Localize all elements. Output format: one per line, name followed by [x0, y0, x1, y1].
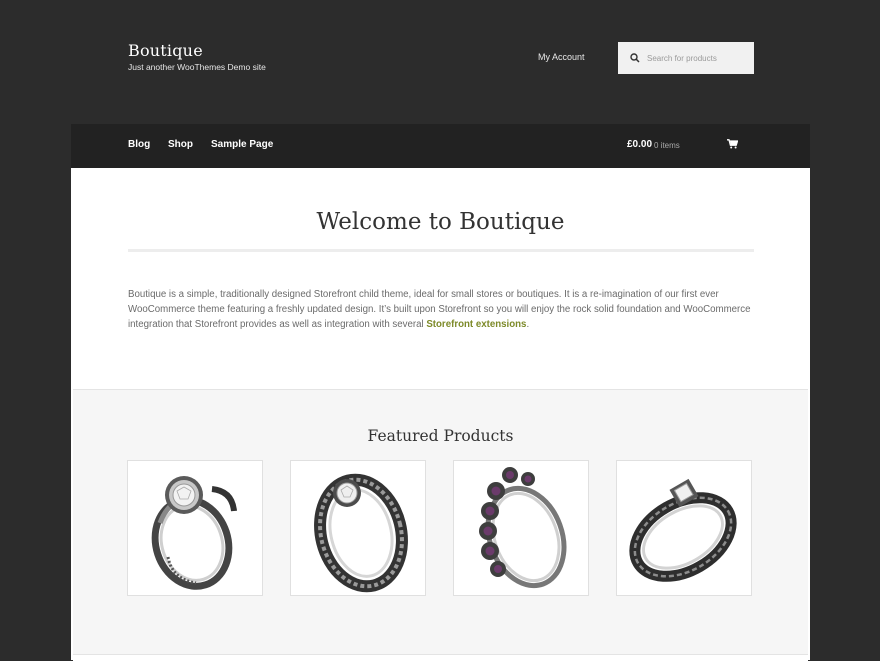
page-title: Welcome to Boutique	[316, 209, 565, 235]
product-card[interactable]	[290, 460, 426, 596]
ring-gemstone-cluster-image	[479, 467, 567, 589]
search-icon	[630, 53, 640, 63]
site-title[interactable]: Boutique	[128, 41, 203, 60]
product-card[interactable]	[616, 460, 752, 596]
search-input[interactable]	[647, 42, 747, 74]
product-card[interactable]	[127, 460, 263, 596]
cart-total[interactable]: £0.00	[627, 139, 652, 150]
ring-engraved-filigree-image	[314, 473, 408, 593]
intro-paragraph: Boutique is a simple, traditionally desi…	[128, 287, 754, 333]
site-header: Boutique Just another WooThemes Demo sit…	[0, 0, 880, 124]
ring-inscribed-band-image	[629, 478, 737, 582]
intro-end: .	[526, 319, 530, 331]
primary-navigation: Blog Shop Sample Page £0.00 0 items	[71, 124, 810, 168]
featured-products-section: Featured Products	[73, 389, 808, 654]
ring-diamond-halo-image	[151, 476, 237, 590]
product-card[interactable]	[453, 460, 589, 596]
nav-item-shop[interactable]: Shop	[168, 139, 193, 150]
title-divider	[128, 249, 754, 252]
shopping-cart-icon[interactable]	[727, 139, 738, 149]
search-box[interactable]	[618, 42, 754, 74]
my-account-link[interactable]: My Account	[538, 52, 585, 62]
main-content: Welcome to Boutique Boutique is a simple…	[71, 168, 810, 661]
featured-products-title: Featured Products	[367, 427, 514, 445]
nav-item-blog[interactable]: Blog	[128, 139, 150, 150]
cart-item-count[interactable]: 0 items	[654, 141, 680, 150]
storefront-extensions-link[interactable]: Storefront extensions	[426, 319, 526, 330]
site-description: Just another WooThemes Demo site	[128, 62, 266, 72]
nav-item-sample-page[interactable]: Sample Page	[211, 139, 273, 150]
